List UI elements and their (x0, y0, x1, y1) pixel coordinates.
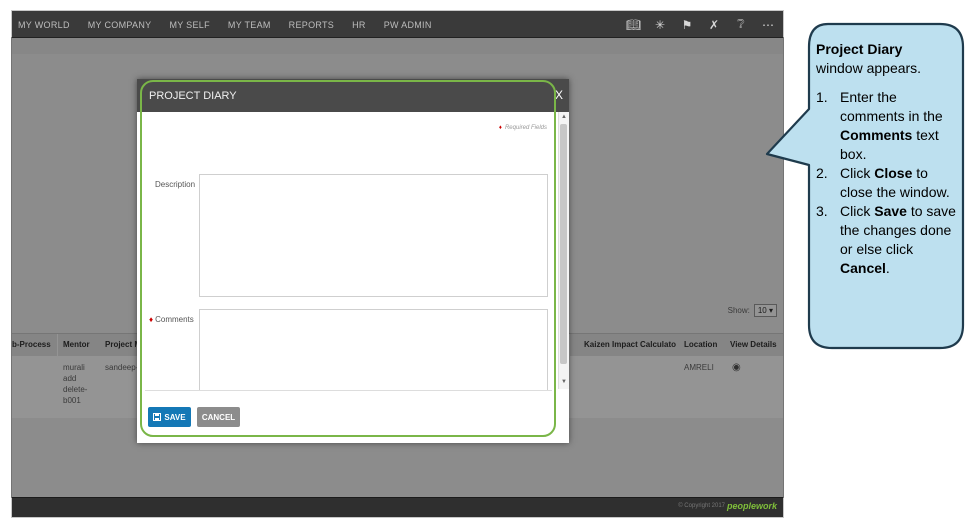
nav-item-my-self[interactable]: MY SELF (169, 20, 209, 30)
comments-field[interactable] (199, 309, 548, 391)
step-number: 1. (816, 89, 828, 105)
lightbulb-icon[interactable]: ✳ (653, 18, 667, 32)
scroll-up-icon[interactable]: ▲ (560, 114, 568, 120)
step-text: . (885, 260, 890, 276)
project-diary-dialog: PROJECT DIARY X ♦ Required Fields Descrip… (137, 79, 569, 443)
book-icon[interactable]: 📖︎ (626, 18, 641, 32)
comments-label-wrap: ♦ Comments (149, 315, 194, 324)
callout-subtitle: window appears. (816, 60, 922, 76)
step-emphasis: Comments (840, 127, 913, 143)
top-navigation: MY WORLD MY COMPANY MY SELF MY TEAM REPO… (12, 11, 783, 38)
nav-item-reports[interactable]: REPORTS (289, 20, 334, 30)
help-icon[interactable]: ❔︎ (734, 17, 748, 32)
nav-item-pw-admin[interactable]: PW ADMIN (384, 20, 432, 30)
nav-item-hr[interactable]: HR (352, 20, 366, 30)
nav-menu: MY WORLD MY COMPANY MY SELF MY TEAM REPO… (18, 11, 450, 38)
callout-step: 1. Enter the comments in the Comments tex… (816, 88, 956, 164)
callout-title: Project Diary (816, 41, 903, 57)
required-fields-text: Required Fields (504, 125, 547, 131)
save-icon (153, 413, 162, 421)
scroll-down-icon[interactable]: ▼ (560, 379, 568, 385)
page-footer: © Copyright 2017 peoplework (12, 497, 783, 517)
description-label: Description (155, 180, 196, 189)
flag-icon[interactable]: ⚑ (680, 18, 694, 32)
step-text: Click (840, 165, 875, 181)
step-emphasis: Cancel (840, 260, 886, 276)
step-number: 2. (816, 165, 828, 181)
callout-steps: 1. Enter the comments in the Comments tex… (816, 88, 956, 278)
required-marker-icon: ♦ (498, 125, 502, 131)
tools-icon[interactable]: ✗ (707, 18, 721, 32)
cancel-button[interactable]: CANCEL (197, 407, 240, 427)
scrollbar-thumb[interactable] (560, 124, 567, 364)
step-text: Click (840, 203, 875, 219)
close-button[interactable]: X (555, 88, 563, 102)
step-emphasis: Close (874, 165, 913, 181)
required-fields-note: ♦ Required Fields (499, 125, 547, 131)
nav-item-my-company[interactable]: MY COMPANY (88, 20, 152, 30)
copyright-text: © Copyright 2017 (678, 503, 725, 509)
callout-step: 2. Click Close to close the window. (816, 164, 956, 202)
callout-step: 3. Click Save to save the changes done or… (816, 202, 956, 278)
comments-label: Comments (155, 315, 194, 324)
nav-icons: 📖︎ ✳ ⚑ ✗ ❔︎ ⋯ (626, 11, 775, 38)
callout-instructions: Project Diary window appears. 1. Enter th… (816, 40, 956, 278)
dialog-footer-divider (145, 390, 552, 391)
description-field[interactable] (199, 174, 548, 297)
brand-logo: peoplework (726, 501, 777, 511)
step-number: 3. (816, 203, 828, 219)
nav-item-my-world[interactable]: MY WORLD (18, 20, 70, 30)
save-button[interactable]: SAVE (148, 407, 191, 427)
step-text: Enter the comments in the (840, 89, 943, 124)
save-button-label: SAVE (164, 412, 186, 422)
step-emphasis: Save (874, 203, 907, 219)
dialog-title: PROJECT DIARY (149, 90, 237, 102)
required-marker-icon: ♦ (149, 315, 154, 324)
dialog-header: PROJECT DIARY X (137, 79, 569, 112)
nav-item-my-team[interactable]: MY TEAM (228, 20, 271, 30)
dialog-scrollbar[interactable]: ▲ ▼ (558, 112, 569, 389)
